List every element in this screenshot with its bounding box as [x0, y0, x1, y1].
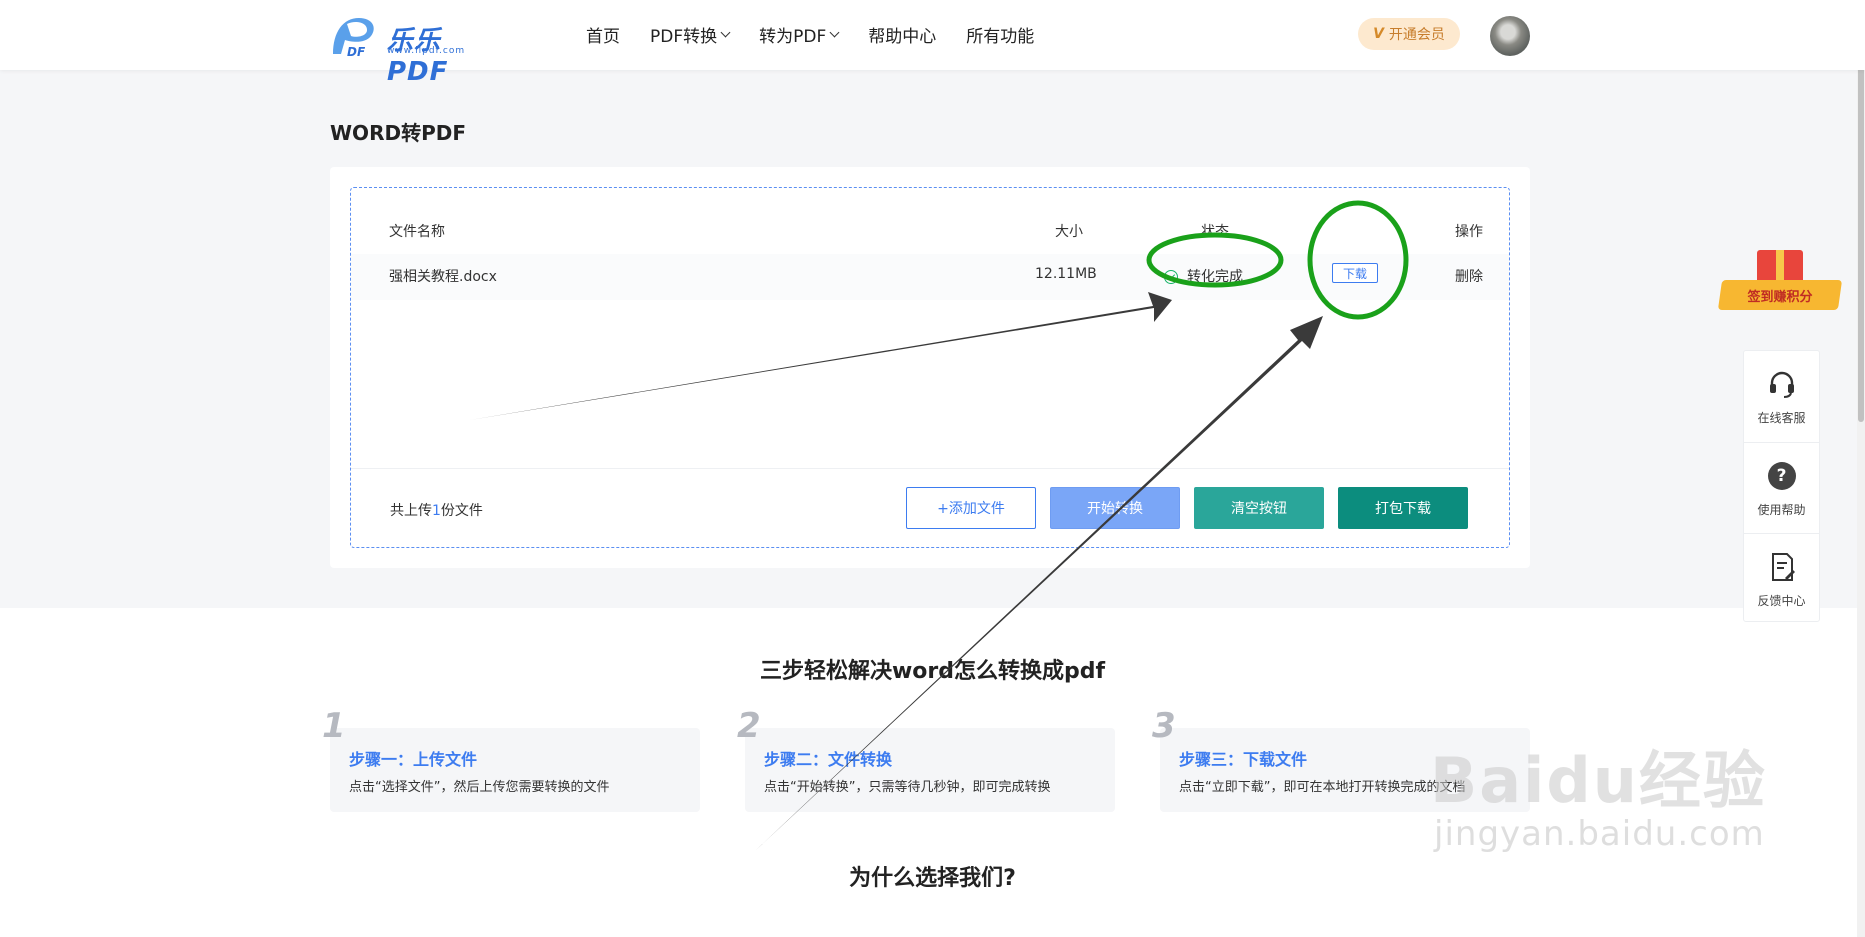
feedback-icon — [1765, 550, 1799, 584]
side-toolbar: 在线客服 ? 使用帮助 反馈中心 — [1743, 350, 1820, 622]
delete-button[interactable]: 删除 — [1455, 266, 1483, 286]
step-card-3: 3 步骤三：下载文件 点击“立即下载”，即可在本地打开转换完成的文档 — [1152, 706, 1530, 812]
step-number: 1 — [322, 706, 346, 746]
step-number: 3 — [1152, 706, 1176, 746]
vip-button[interactable]: V 开通会员 — [1358, 18, 1460, 50]
user-avatar[interactable] — [1490, 16, 1530, 56]
nav-all-features[interactable]: 所有功能 — [966, 22, 1034, 47]
svg-text:DF: DF — [347, 45, 366, 58]
logo-url: www.llpdf.com — [387, 46, 466, 56]
side-item-help[interactable]: ? 使用帮助 — [1744, 442, 1819, 532]
step-title: 步骤三：下载文件 — [1179, 750, 1308, 769]
col-status: 状态 — [1201, 224, 1229, 240]
step-title: 步骤一：上传文件 — [349, 750, 478, 769]
side-label: 反馈中心 — [1757, 594, 1806, 608]
gift-label: 签到赚积分 — [1747, 290, 1813, 305]
main-nav: 首页 PDF转换 转为PDF 帮助中心 所有功能 — [586, 22, 1034, 47]
col-action: 操作 — [1455, 224, 1483, 240]
step-number: 2 — [737, 706, 761, 746]
vip-icon: V — [1373, 26, 1384, 42]
file-status: 转化完成 — [1187, 269, 1243, 285]
nav-pdf-convert[interactable]: PDF转换 — [650, 22, 731, 47]
nav-home[interactable]: 首页 — [586, 22, 620, 47]
step-desc: 点击“开始转换”，只需等待几秒钟，即可完成转换 — [764, 780, 1051, 795]
step-desc: 点击“立即下载”，即可在本地打开转换完成的文档 — [1179, 780, 1466, 795]
upload-count: 共上传1份文件 — [390, 503, 483, 519]
step-title: 步骤二：文件转换 — [764, 750, 893, 769]
sign-in-gift[interactable]: 签到赚积分 — [1717, 246, 1843, 316]
side-item-feedback[interactable]: 反馈中心 — [1744, 533, 1819, 623]
file-drop-zone[interactable]: 文件名称 大小 状态 操作 强相关教程.docx 12.11MB 转化完成 下载… — [350, 187, 1510, 548]
nav-help-center[interactable]: 帮助中心 — [868, 22, 936, 47]
col-size: 大小 — [1055, 224, 1083, 240]
top-header: DF 乐乐PDF www.llpdf.com 首页 PDF转换 转为PDF 帮助… — [0, 0, 1865, 87]
pack-download-button[interactable]: 打包下载 — [1338, 487, 1468, 529]
divider — [351, 468, 1509, 469]
chevron-down-icon — [720, 27, 731, 38]
site-logo[interactable]: DF 乐乐PDF www.llpdf.com — [329, 14, 489, 87]
step-card-2: 2 步骤二：文件转换 点击“开始转换”，只需等待几秒钟，即可完成转换 — [737, 706, 1115, 812]
col-file-name: 文件名称 — [389, 224, 445, 240]
nav-to-pdf[interactable]: 转为PDF — [759, 22, 840, 47]
step-desc: 点击“选择文件”，然后上传您需要转换的文件 — [349, 780, 610, 795]
check-circle-icon — [1164, 270, 1178, 284]
file-size: 12.11MB — [1035, 266, 1097, 282]
why-choose-title: 为什么选择我们? — [849, 866, 1016, 891]
download-button[interactable]: 下载 — [1332, 263, 1378, 283]
chevron-down-icon — [829, 27, 840, 38]
file-name: 强相关教程.docx — [389, 269, 497, 285]
help-icon: ? — [1765, 459, 1799, 493]
page-scrollbar[interactable] — [1857, 0, 1865, 937]
side-label: 使用帮助 — [1757, 503, 1806, 517]
watermark-sub: jingyan.baidu.com — [1434, 814, 1765, 854]
step-card-1: 1 步骤一：上传文件 点击“选择文件”，然后上传您需要转换的文件 — [322, 706, 700, 812]
steps-title: 三步轻松解决word怎么转换成pdf — [759, 659, 1106, 684]
headset-icon — [1765, 367, 1799, 401]
side-item-online-service[interactable]: 在线客服 — [1744, 351, 1819, 441]
start-convert-button[interactable]: 开始转换 — [1050, 487, 1180, 529]
page-title: WORD转PDF — [330, 121, 466, 145]
logo-icon: DF — [333, 18, 374, 58]
clear-button[interactable]: 清空按钮 — [1194, 487, 1324, 529]
converter-card: 文件名称 大小 状态 操作 强相关教程.docx 12.11MB 转化完成 下载… — [330, 167, 1530, 568]
side-label: 在线客服 — [1757, 411, 1806, 425]
add-file-button[interactable]: +添加文件 — [906, 487, 1036, 529]
